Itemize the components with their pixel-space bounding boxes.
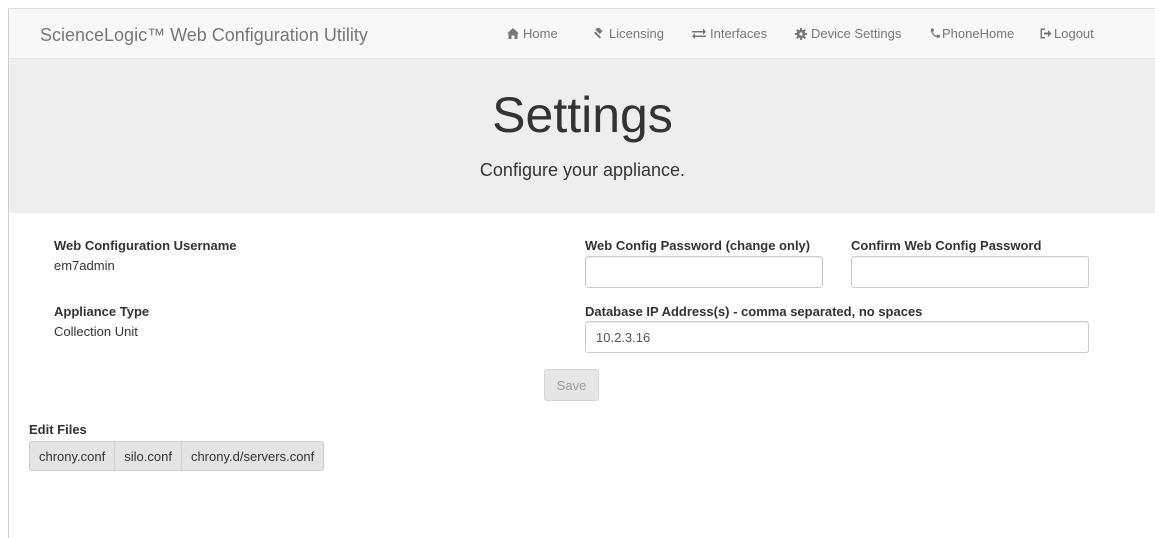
edit-file-silo-conf-button[interactable]: silo.conf: [114, 441, 182, 471]
nav-device-settings-label: Device Settings: [811, 26, 902, 41]
save-button[interactable]: Save: [544, 369, 599, 401]
edit-files-heading: Edit Files: [29, 422, 87, 437]
nav-logout[interactable]: Logout: [1040, 26, 1094, 41]
top-navbar: ScienceLogic™ Web Configuration Utility …: [9, 9, 1155, 59]
nav-licensing-label: Licensing: [609, 26, 664, 41]
password-field[interactable]: [585, 256, 823, 288]
edit-file-chrony-servers-conf-button[interactable]: chrony.d/servers.conf: [180, 441, 325, 471]
appliance-type-label: Appliance Type: [54, 304, 150, 319]
nav-logout-label: Logout: [1054, 26, 1094, 41]
nav-phonehome-label: PhoneHome: [942, 26, 1015, 41]
brand-title[interactable]: ScienceLogic™ Web Configuration Utility: [40, 25, 368, 46]
db-ip-label: Database IP Address(s) - comma separated…: [585, 304, 923, 319]
exchange-icon: [692, 28, 706, 39]
appliance-type-value: Collection Unit: [54, 324, 138, 339]
nav-interfaces[interactable]: Interfaces: [692, 26, 767, 41]
nav-home-label: Home: [523, 26, 558, 41]
password-label: Web Config Password (change only): [585, 238, 811, 253]
username-label: Web Configuration Username: [54, 238, 237, 253]
gear-icon: [795, 27, 807, 40]
confirm-password-field[interactable]: [851, 256, 1089, 288]
nav-device-settings[interactable]: Device Settings: [795, 26, 901, 41]
username-value: em7admin: [54, 258, 115, 273]
app-frame: ScienceLogic™ Web Configuration Utility …: [8, 8, 1155, 538]
logout-icon: [1040, 28, 1052, 39]
edit-file-chrony-conf-button[interactable]: chrony.conf: [29, 441, 116, 471]
nav-interfaces-label: Interfaces: [710, 26, 768, 41]
phone-icon: [930, 28, 940, 38]
page-title: Settings: [492, 87, 673, 143]
home-icon: [507, 28, 519, 39]
confirm-password-label: Confirm Web Config Password: [851, 238, 1042, 253]
nav-licensing[interactable]: Licensing: [593, 26, 664, 41]
page-subtitle: Configure your appliance.: [479, 160, 686, 180]
page-header: Settings Configure your appliance.: [9, 59, 1155, 213]
gavel-icon: [593, 27, 603, 39]
edit-files-button-group: chrony.conf silo.conf chrony.d/servers.c…: [29, 441, 325, 471]
db-ip-field[interactable]: [585, 321, 1089, 353]
nav-home[interactable]: Home: [507, 26, 558, 41]
nav-phonehome[interactable]: PhoneHome: [930, 26, 1014, 41]
